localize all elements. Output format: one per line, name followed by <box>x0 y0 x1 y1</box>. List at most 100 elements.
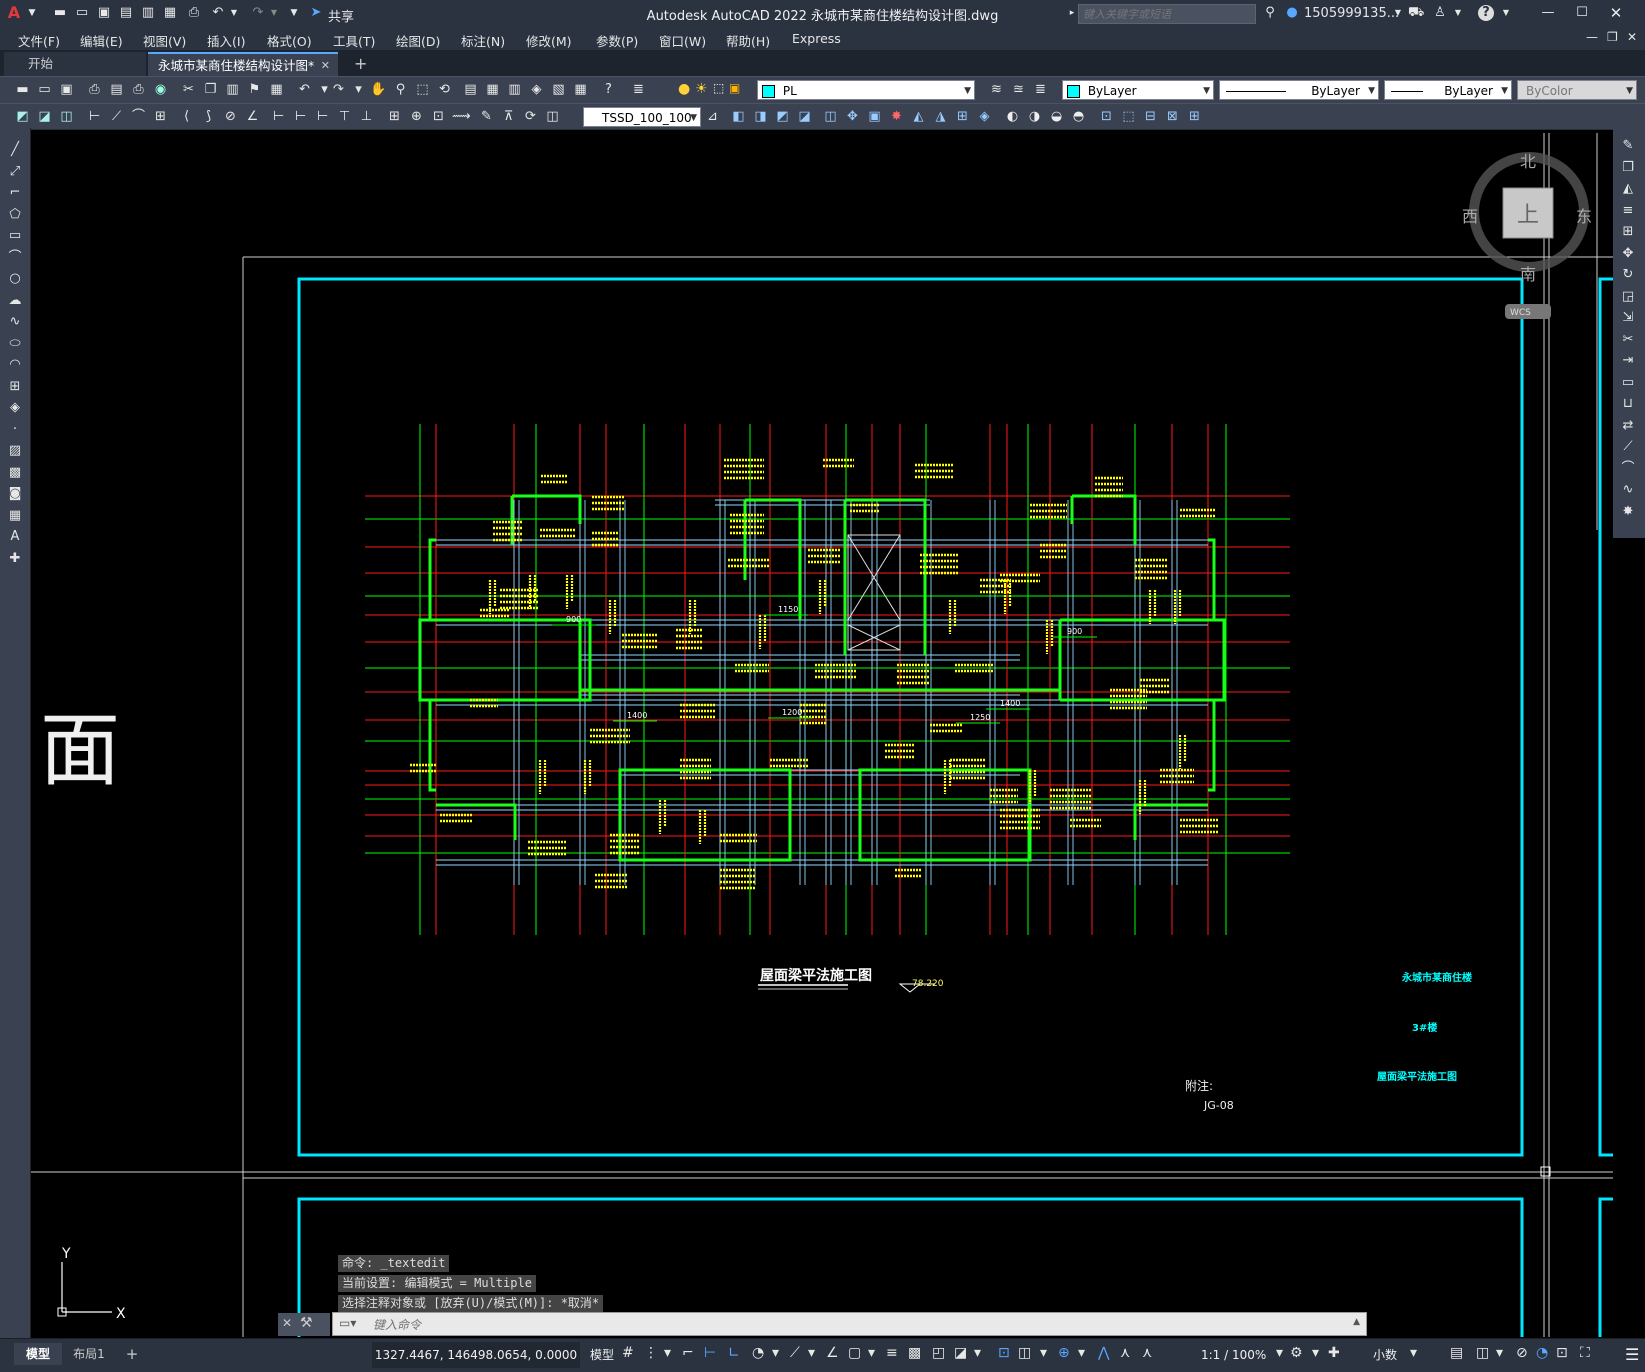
erase-icon[interactable]: ✎ <box>1620 138 1636 154</box>
3dosnap-dropdown-icon[interactable]: ▾ <box>974 1345 981 1361</box>
fullscreen-icon[interactable]: ⛶ <box>1580 1345 1590 1361</box>
isolate-icon[interactable]: ⊘ <box>1516 1345 1528 1361</box>
dim-update-icon[interactable]: ⟳ <box>522 108 539 125</box>
render-3-icon[interactable]: ◒ <box>1048 108 1065 125</box>
break-icon[interactable]: ⊔ <box>1620 396 1636 412</box>
trim-icon[interactable]: ✂ <box>1620 332 1636 348</box>
view-5-icon[interactable]: ⊞ <box>1186 108 1203 125</box>
save-as-icon[interactable]: ▤ <box>118 5 134 21</box>
redo-tb-icon[interactable]: ↷ <box>330 81 347 98</box>
menu-view[interactable]: 视图(V) <box>143 31 186 50</box>
command-input[interactable] <box>371 1314 1355 1336</box>
tab-close-icon[interactable]: ✕ <box>321 54 330 78</box>
mirror-icon[interactable]: ◭ <box>1620 181 1636 197</box>
help-dropdown-icon[interactable]: ▼ <box>1498 5 1514 21</box>
view-4-icon[interactable]: ⊠ <box>1164 108 1181 125</box>
region-icon[interactable]: ◙ <box>7 486 23 502</box>
dim-continue-icon[interactable]: ⊢ <box>314 108 331 125</box>
layer-vp-icon[interactable]: ⬚ <box>713 81 724 95</box>
slice-icon[interactable]: ◈ <box>976 108 993 125</box>
qdim-icon[interactable]: ⊢ <box>270 108 287 125</box>
table-icon[interactable]: ▦ <box>7 508 23 524</box>
share-icon[interactable]: ➤ <box>308 5 324 21</box>
insert-block-icon[interactable]: ⊞ <box>7 379 23 395</box>
layer-iso-icon[interactable]: ≊ <box>1010 81 1027 98</box>
anno-scale-icon[interactable]: ⋏ <box>1142 1345 1152 1361</box>
chamfer-icon[interactable]: ⟋ <box>1620 439 1636 455</box>
extend-icon[interactable]: ⇥ <box>1620 353 1636 369</box>
workspace-icon[interactable]: ⚙ <box>1290 1345 1303 1361</box>
tab-layout1[interactable]: 布局1 <box>62 1343 116 1365</box>
a360-dropdown-icon[interactable]: ▼ <box>1450 5 1466 21</box>
view-1-icon[interactable]: ⊡ <box>1098 108 1115 125</box>
zoom-window-icon[interactable]: ⬚ <box>414 81 431 98</box>
doc-minimize-icon[interactable]: — <box>1586 30 1598 44</box>
clean-screen-icon[interactable]: ⊡ <box>1556 1345 1568 1361</box>
dynamic-input-icon[interactable]: ⊢ <box>704 1345 716 1361</box>
join-icon[interactable]: ⇄ <box>1620 418 1636 434</box>
polar-icon[interactable]: ◔ <box>752 1345 764 1361</box>
snap-dropdown-icon[interactable]: ▾ <box>664 1345 671 1361</box>
menu-dimension[interactable]: 标注(N) <box>461 31 505 50</box>
polyline-icon[interactable]: ⌐ <box>7 185 23 201</box>
solid-1-icon[interactable]: ◧ <box>730 108 747 125</box>
offset-icon[interactable]: ≡ <box>1620 203 1636 219</box>
viewcube-top-label[interactable]: 上 <box>1517 203 1539 228</box>
dim-text-edit-icon[interactable]: ⊼ <box>500 108 517 125</box>
mtext-icon[interactable]: A <box>7 529 23 545</box>
add-layout-button[interactable]: + <box>122 1343 142 1365</box>
plotstyle-dropdown[interactable]: ByColor ▼ <box>1517 80 1637 100</box>
user-dropdown-icon[interactable]: ▼ <box>1390 5 1406 21</box>
ellipse-arc-icon[interactable]: ◠ <box>7 357 23 373</box>
menu-parametric[interactable]: 参数(P) <box>596 31 638 50</box>
a360-icon[interactable]: ♙ <box>1432 5 1448 21</box>
view-2-icon[interactable]: ⬚ <box>1120 108 1137 125</box>
doc-restore-icon[interactable]: ❐ <box>1607 30 1618 44</box>
gizmo-dropdown-icon[interactable]: ▾ <box>1040 1345 1047 1361</box>
menu-help[interactable]: 帮助(H) <box>726 31 770 50</box>
copy-obj-icon[interactable]: ❐ <box>1620 160 1636 176</box>
dim-linear-icon[interactable]: ⊢ <box>86 108 103 125</box>
snap-mode-icon[interactable]: ⋮ <box>644 1345 658 1361</box>
cart-icon[interactable]: ⛟ <box>1408 5 1424 21</box>
linetype-dropdown[interactable]: ByLayer ▼ <box>1219 80 1379 100</box>
customize-status-icon[interactable]: ☰ <box>1625 1345 1639 1364</box>
dim-radius-icon[interactable]: ⟨ <box>178 108 195 125</box>
make-block-icon[interactable]: ◈ <box>7 400 23 416</box>
properties-icon[interactable]: ▤ <box>462 81 479 98</box>
line-icon[interactable]: ╱ <box>7 142 23 158</box>
menu-window[interactable]: 窗口(W) <box>659 31 706 50</box>
new-file-icon[interactable]: ▬ <box>52 5 68 21</box>
command-prompt-icon[interactable]: ▭▾ <box>339 1316 356 1330</box>
markup-icon[interactable]: ▧ <box>550 81 567 98</box>
solid-2-icon[interactable]: ◨ <box>752 108 769 125</box>
transparency-icon[interactable]: ▩ <box>908 1345 921 1361</box>
print-icon[interactable]: ⎙ <box>86 81 103 98</box>
command-line-handle[interactable]: ✕ ⚒ <box>278 1313 330 1336</box>
construction-line-icon[interactable]: ⤢ <box>7 164 23 180</box>
explode-icon[interactable]: ✸ <box>888 108 905 125</box>
tab-start[interactable]: 开始 <box>4 52 146 76</box>
new-tab-button[interactable]: + <box>344 52 374 76</box>
blend-icon[interactable]: ∿ <box>1620 482 1636 498</box>
selection-cycling-icon[interactable]: ◰ <box>932 1345 945 1361</box>
command-history-toggle-icon[interactable]: ▲ <box>1353 1317 1360 1327</box>
lineweight-dropdown[interactable]: ByLayer ▼ <box>1384 80 1512 100</box>
copy-icon[interactable]: ❐ <box>202 81 219 98</box>
annotation-scale[interactable]: 1:1 / 100% <box>1201 1342 1277 1368</box>
menu-express[interactable]: Express <box>792 31 841 46</box>
render-2-icon[interactable]: ◑ <box>1026 108 1043 125</box>
gizmo-icon[interactable]: ◫ <box>1018 1345 1031 1361</box>
center-mark-icon[interactable]: ⊕ <box>408 108 425 125</box>
undo-icon[interactable]: ↶ <box>210 5 226 21</box>
align-icon[interactable]: ◫ <box>822 108 839 125</box>
dim-style-icon[interactable]: ◫ <box>544 108 561 125</box>
tab-active-drawing[interactable]: 永城市某商住楼结构设计图* ✕ <box>148 52 338 76</box>
web-save-icon[interactable]: ▦ <box>162 5 178 21</box>
break-point-icon[interactable]: ▭ <box>1620 375 1636 391</box>
qnew-icon[interactable]: ▬ <box>14 81 31 98</box>
redo-icon[interactable]: ↷ <box>250 5 266 21</box>
revision-cloud-icon[interactable]: ☁ <box>7 293 23 309</box>
save-icon[interactable]: ▣ <box>96 5 112 21</box>
inspection-icon[interactable]: ⊡ <box>430 108 447 125</box>
